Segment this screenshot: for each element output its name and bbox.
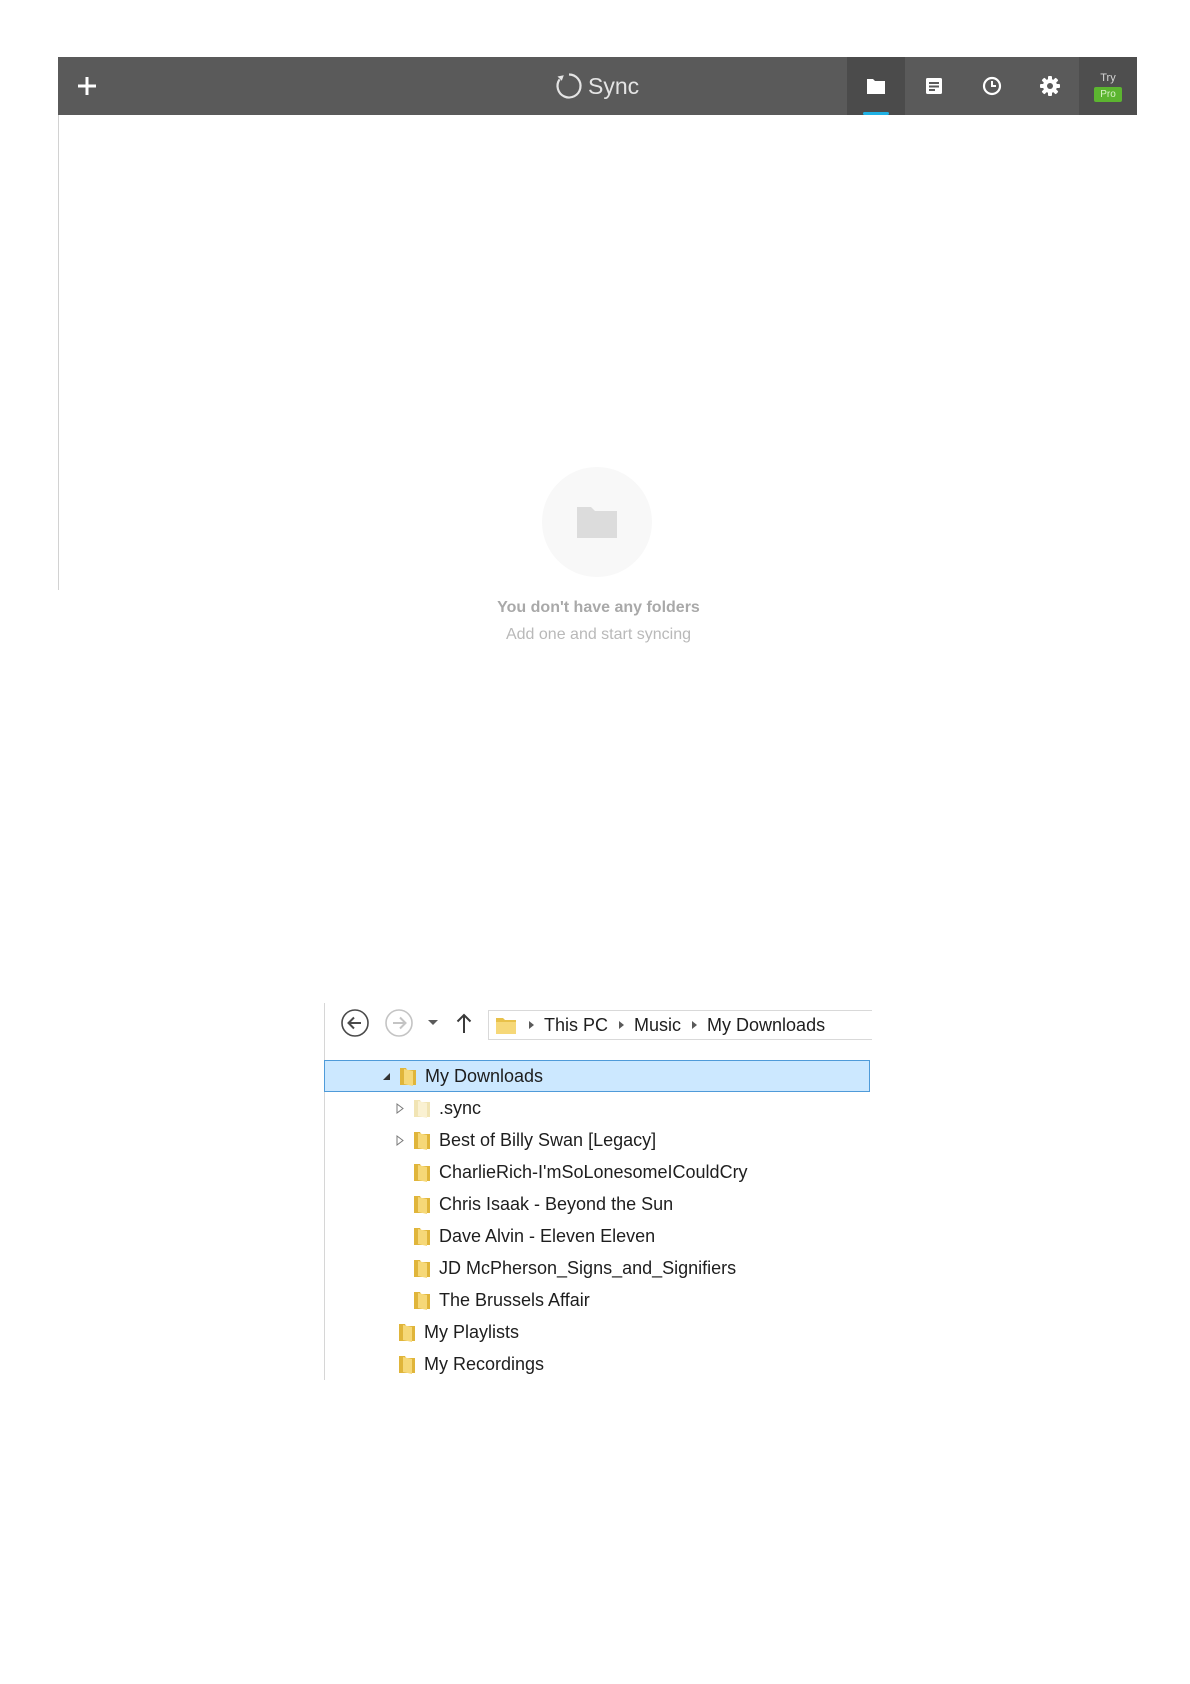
empty-state-title: You don't have any folders [497, 599, 700, 616]
folder-icon [396, 1353, 418, 1375]
sync-logo-icon [556, 73, 582, 99]
folder-icon [411, 1289, 433, 1311]
up-arrow-icon [456, 1013, 472, 1033]
breadcrumb-separator [681, 1020, 707, 1030]
breadcrumb-this-pc[interactable]: This PC [544, 1015, 608, 1036]
tree-item[interactable]: Best of Billy Swan [Legacy] [324, 1124, 872, 1156]
breadcrumb-my-downloads[interactable]: My Downloads [707, 1015, 825, 1036]
explorer-nav-bar: This PC Music My Downloads [324, 1003, 872, 1043]
folder-icon [411, 1097, 433, 1119]
tree-item-label: JD McPherson_Signs_and_Signifiers [439, 1257, 737, 1278]
tree-item[interactable]: Dave Alvin - Eleven Eleven [324, 1220, 872, 1252]
chevron-right-icon [691, 1021, 697, 1029]
transfers-tab-button[interactable] [905, 57, 963, 115]
tree-item-label: Best of Billy Swan [Legacy] [439, 1129, 657, 1150]
tree-item[interactable]: .sync [324, 1092, 872, 1124]
expander-placeholder [379, 1326, 391, 1338]
app-title-text: Sync [588, 72, 640, 99]
collapsed-triangle-icon[interactable] [394, 1134, 406, 1146]
tree-item[interactable]: My Recordings [324, 1348, 872, 1380]
forward-button[interactable] [382, 1007, 416, 1039]
app-title: Sync [555, 57, 639, 115]
toolbar-icons: Try Pro [847, 57, 1137, 115]
expander-placeholder [394, 1262, 406, 1274]
folder-icon [411, 1193, 433, 1215]
folder-icon [411, 1225, 433, 1247]
folder-icon [397, 1065, 419, 1087]
breadcrumb-music[interactable]: Music [634, 1015, 681, 1036]
folders-tab-button[interactable] [847, 57, 905, 115]
back-arrow-icon [341, 1009, 369, 1037]
settings-tab-button[interactable] [1021, 57, 1079, 115]
expander-placeholder [379, 1358, 391, 1370]
tree-item[interactable]: JD McPherson_Signs_and_Signifiers [324, 1252, 872, 1284]
plus-icon [78, 77, 96, 95]
expander-placeholder [394, 1166, 406, 1178]
folder-icon [867, 79, 885, 94]
folders-panel: You don't have any folders Add one and s… [58, 115, 1137, 643]
tree-item[interactable]: Chris Isaak - Beyond the Sun [324, 1188, 872, 1220]
expanded-triangle-icon[interactable] [380, 1070, 392, 1082]
folder-icon [496, 1018, 516, 1034]
gear-icon [1040, 76, 1060, 96]
try-label: Try [1100, 71, 1116, 84]
back-button[interactable] [338, 1007, 372, 1039]
collapsed-triangle-icon[interactable] [394, 1102, 406, 1114]
breadcrumb-separator [608, 1020, 634, 1030]
empty-state-illustration [542, 467, 652, 577]
empty-folder-icon [577, 507, 617, 538]
folder-tree: My Downloads .sync Best of Billy Swan [Leg… [324, 1060, 872, 1380]
chevron-down-icon [428, 1020, 438, 1025]
folder-icon [411, 1257, 433, 1279]
empty-state-subtitle: Add one and start syncing [505, 626, 691, 643]
sync-toolbar: Sync Try Pro [58, 57, 1137, 115]
up-button[interactable] [450, 1007, 478, 1039]
expander-placeholder [394, 1294, 406, 1306]
history-tab-button[interactable] [963, 57, 1021, 115]
pro-badge: Pro [1094, 86, 1122, 102]
sync-app-window: Sync Try Pro You don't have any folders … [58, 57, 1137, 643]
tree-item-label: Dave Alvin - Eleven Eleven [439, 1225, 656, 1246]
expander-placeholder [394, 1198, 406, 1210]
add-folder-button[interactable] [58, 57, 116, 115]
clock-icon [982, 76, 1002, 96]
tree-item-label: Chris Isaak - Beyond the Sun [439, 1193, 674, 1214]
folder-icon [411, 1129, 433, 1151]
address-bar[interactable]: This PC Music My Downloads [488, 1010, 872, 1040]
tree-item-label: CharlieRich-I'mSoLonesomeICouldCry [439, 1161, 748, 1182]
tree-item[interactable]: CharlieRich-I'mSoLonesomeICouldCry [324, 1156, 872, 1188]
breadcrumb-separator [518, 1020, 544, 1030]
tree-item[interactable]: My Downloads [324, 1060, 870, 1092]
recent-locations-button[interactable] [424, 1007, 442, 1039]
file-explorer-panel: This PC Music My Downloads My Downloads.… [324, 1003, 872, 1380]
tree-item-label: .sync [439, 1097, 482, 1118]
tree-item-label: My Recordings [424, 1353, 545, 1374]
try-pro-button[interactable]: Try Pro [1079, 57, 1137, 115]
tree-item-label: My Downloads [425, 1065, 544, 1086]
forward-arrow-icon [385, 1009, 413, 1037]
chevron-right-icon [618, 1021, 624, 1029]
chevron-right-icon [528, 1021, 534, 1029]
tree-item-label: The Brussels Affair [439, 1289, 590, 1310]
list-icon [926, 78, 942, 94]
tree-item[interactable]: The Brussels Affair [324, 1284, 872, 1316]
tree-item-label: My Playlists [424, 1321, 520, 1342]
expander-placeholder [394, 1230, 406, 1242]
folder-icon [411, 1161, 433, 1183]
folder-icon [396, 1321, 418, 1343]
tree-item[interactable]: My Playlists [324, 1316, 872, 1348]
